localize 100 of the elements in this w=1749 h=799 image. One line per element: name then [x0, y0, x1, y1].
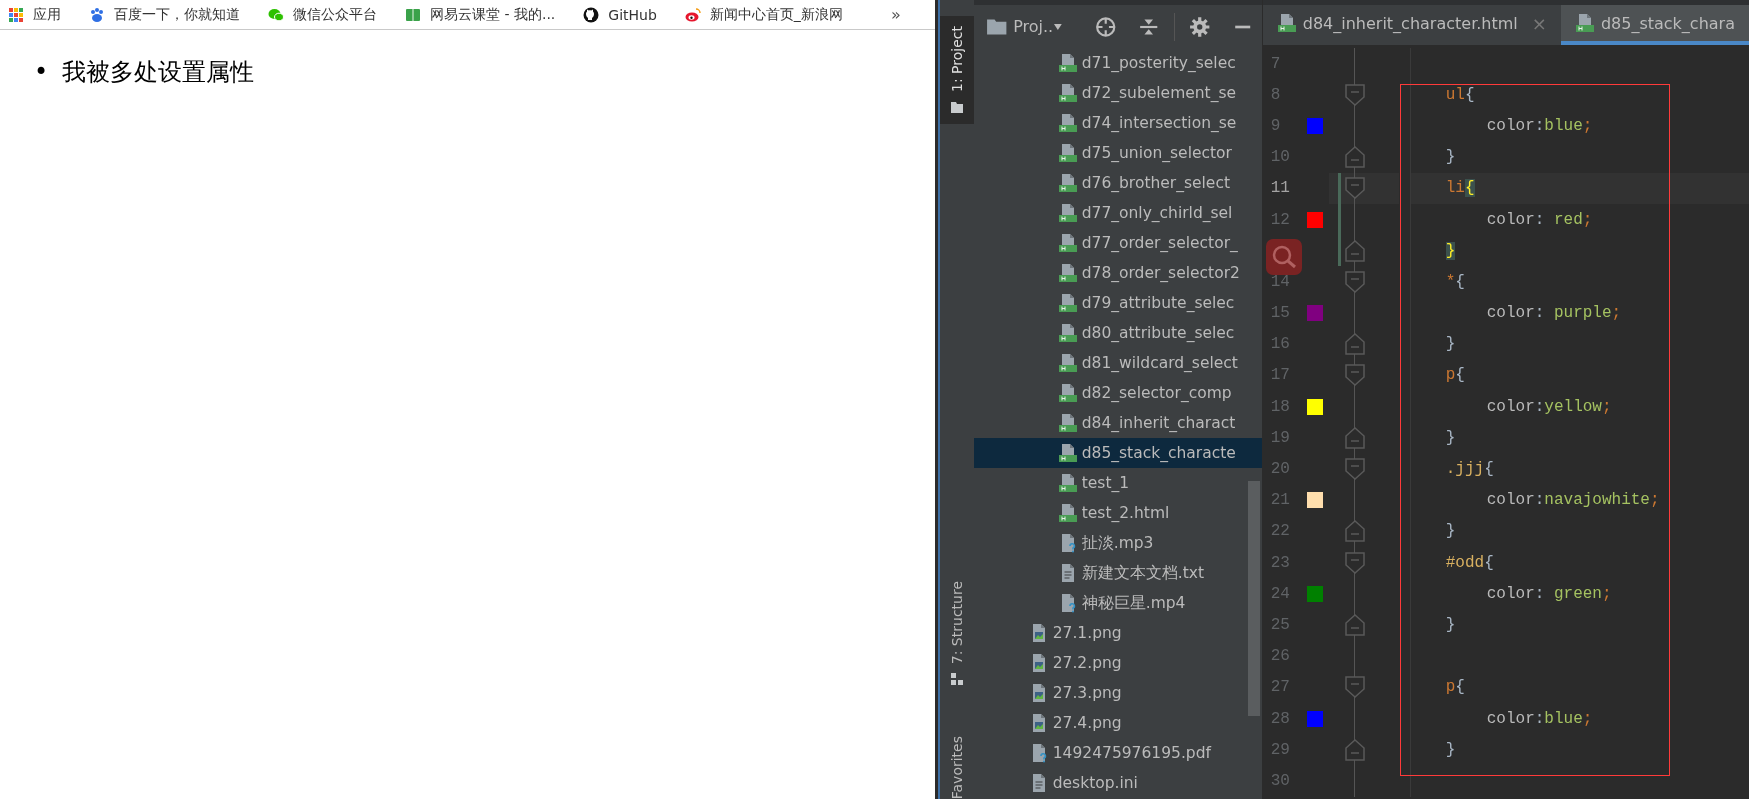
line-number: 9	[1270, 116, 1281, 135]
book-icon	[405, 6, 421, 23]
bookmark[interactable]: 百度一下，你就知道	[89, 5, 240, 24]
tree-item[interactable]: 27.2.png	[973, 648, 1262, 678]
line-number: 28	[1270, 709, 1290, 728]
code-line: p{	[1445, 366, 1465, 385]
settings-icon[interactable]	[1188, 15, 1211, 38]
tree-item[interactable]: 扯淡.mp3	[973, 528, 1262, 558]
line-number: 14	[1270, 272, 1290, 291]
line-number: 10	[1270, 148, 1290, 167]
fold-marker-icon[interactable]	[1344, 238, 1365, 263]
code-line: }	[1445, 335, 1456, 354]
fold-marker-icon[interactable]	[1344, 550, 1365, 575]
list-item: 我被多处设置属性	[62, 57, 255, 88]
folder-icon	[949, 100, 964, 114]
fold-marker-icon[interactable]	[1344, 176, 1365, 201]
caret-icon[interactable]	[1053, 22, 1063, 31]
fold-marker-icon[interactable]	[1344, 675, 1365, 700]
html-file-icon	[1057, 203, 1078, 223]
fold-marker-icon[interactable]	[1344, 332, 1365, 357]
fold-marker-icon[interactable]	[1344, 82, 1365, 107]
line-number: 15	[1270, 304, 1290, 323]
bookmark[interactable]: GitHub	[583, 6, 657, 23]
line-number: 17	[1270, 366, 1290, 385]
code-line: color: purple;	[1486, 304, 1622, 323]
line-number: 20	[1270, 460, 1290, 479]
tree-item[interactable]: d77_order_selector_	[973, 228, 1262, 258]
line-number: 12	[1270, 210, 1290, 229]
line-number: 7	[1270, 54, 1281, 73]
tree-item[interactable]: 27.3.png	[973, 678, 1262, 708]
tree-item[interactable]: 神秘巨星.mp4	[973, 588, 1262, 618]
html-file-icon	[1057, 413, 1078, 433]
line-number: 22	[1270, 522, 1290, 541]
tree-item[interactable]: test_1	[973, 468, 1262, 498]
html-file-icon	[1057, 323, 1078, 343]
code-line: #odd{	[1445, 553, 1494, 572]
search-icon[interactable]	[1265, 239, 1302, 275]
html-file-icon	[1574, 13, 1595, 33]
tree-item[interactable]: d72_subelement_se	[973, 78, 1262, 108]
code-line: color:blue;	[1486, 116, 1593, 135]
tree-item[interactable]: 27.1.png	[973, 618, 1262, 648]
tree-item[interactable]: d80_attribute_selec	[973, 318, 1262, 348]
code-line: color:navajowhite;	[1486, 491, 1660, 510]
tree-item[interactable]: test_2.html	[973, 498, 1262, 528]
line-number: 24	[1270, 584, 1290, 603]
project-view-dropdown[interactable]: Proj..	[1013, 17, 1054, 36]
crosshair-icon[interactable]	[1094, 15, 1117, 38]
fold-marker-icon[interactable]	[1344, 457, 1365, 482]
folder-icon	[985, 17, 1008, 36]
html-file-icon	[1057, 53, 1078, 73]
line-number: 19	[1270, 428, 1290, 447]
line-number: 11	[1270, 179, 1290, 198]
line-number: 23	[1270, 553, 1290, 572]
tool-window-tab[interactable]: Favorites	[939, 725, 974, 799]
code-line: }	[1445, 740, 1456, 759]
line-number: 16	[1270, 335, 1290, 354]
bookmark[interactable]: 新闻中心首页_新浪网	[684, 5, 843, 24]
tree-item[interactable]: d74_intersection_se	[973, 108, 1262, 138]
tool-window-tab[interactable]: 7: Structure	[939, 570, 974, 696]
code-line: ul{	[1445, 85, 1475, 104]
fold-marker-icon[interactable]	[1344, 612, 1365, 637]
more-bookmarks-button[interactable]: »	[886, 5, 905, 24]
chat-bubble-icon	[268, 6, 284, 23]
tree-item[interactable]: d78_order_selector2	[973, 258, 1262, 288]
tree-item[interactable]: 27.4.png	[973, 708, 1262, 738]
fold-marker-icon[interactable]	[1344, 145, 1365, 170]
scrollbar[interactable]	[1247, 481, 1260, 716]
fold-marker-icon[interactable]	[1344, 363, 1365, 388]
tree-item[interactable]: d77_only_chirld_sel	[973, 198, 1262, 228]
fold-marker-icon[interactable]	[1344, 519, 1365, 544]
line-number: 27	[1270, 678, 1290, 697]
tree-item[interactable]: d81_wildcard_select	[973, 348, 1262, 378]
editor-tab[interactable]: d84_inherit_character.html ×	[1262, 5, 1561, 45]
tree-item[interactable]: d85_stack_characte	[973, 438, 1262, 468]
bookmark[interactable]: 应用	[8, 5, 61, 24]
html-file-icon	[1057, 83, 1078, 103]
bookmark[interactable]: 微信公众平台	[268, 5, 377, 24]
tree-item[interactable]: desktop.ini	[973, 768, 1262, 798]
html-file-icon	[1057, 503, 1078, 523]
code-line: .jjj{	[1445, 460, 1494, 479]
fold-marker-icon[interactable]	[1344, 737, 1365, 762]
tree-item[interactable]: d76_brother_select	[973, 168, 1262, 198]
code-line: color: green;	[1486, 584, 1612, 603]
html-file-icon	[1057, 173, 1078, 193]
tool-window-tab[interactable]: 1: Project	[939, 16, 974, 124]
bookmark[interactable]: 网易云课堂 - 我的...	[405, 5, 556, 24]
html-file-icon	[1276, 13, 1297, 33]
editor-tab[interactable]: d85_stack_chara	[1560, 5, 1749, 45]
tree-item[interactable]: 新建文本文档.txt	[973, 558, 1262, 588]
tree-item[interactable]: 1492475976195.pdf	[973, 738, 1262, 768]
code-line: }	[1445, 615, 1456, 634]
html-file-icon	[1057, 383, 1078, 403]
line-number: 18	[1270, 397, 1290, 416]
tree-item[interactable]: d79_attribute_selec	[973, 288, 1262, 318]
fold-marker-icon[interactable]	[1344, 269, 1365, 294]
fold-marker-icon[interactable]	[1344, 425, 1365, 450]
tree-item[interactable]: d75_union_selector	[973, 138, 1262, 168]
tree-item[interactable]: d84_inherit_charact	[973, 408, 1262, 438]
tree-item[interactable]: d71_posterity_selec	[973, 48, 1262, 78]
tree-item[interactable]: d82_selector_comp	[973, 378, 1262, 408]
